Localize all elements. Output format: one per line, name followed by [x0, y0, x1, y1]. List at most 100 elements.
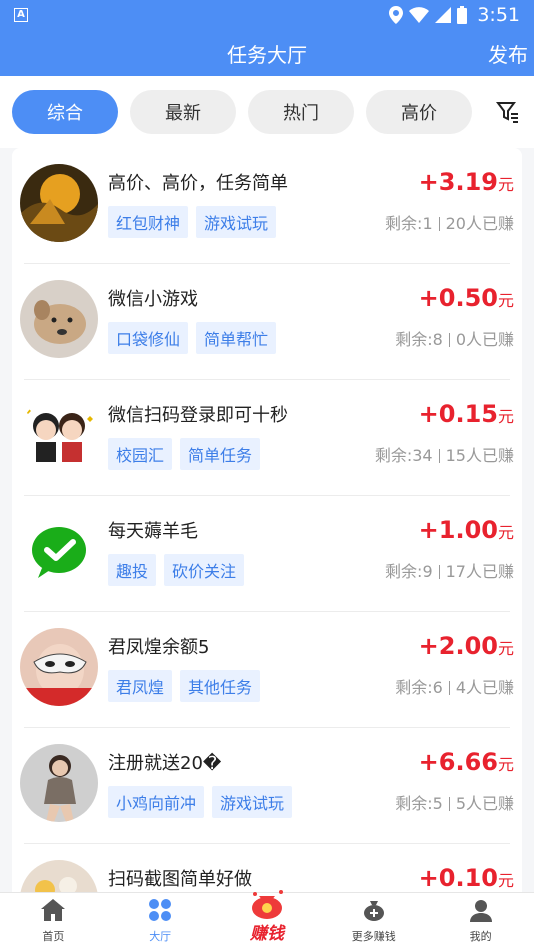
nav-earn-label: 赚钱 [249, 924, 284, 944]
task-price-unit: 元 [497, 871, 514, 890]
task-title: 君凤煌余额5 [108, 637, 210, 658]
task-item[interactable]: 高价、高价，任务简单 +3.19元红包财神 游戏试玩 剩余:1 20人已赚 [12, 148, 522, 264]
task-list: 高价、高价，任务简单 +3.19元 红包财神 游戏试玩 剩余:1 20人已赚 微信小游戏 +0… [12, 148, 522, 908]
task-price-value: 3.19 [438, 168, 498, 196]
task-remaining: 剩余:34 [374, 446, 433, 465]
task-item[interactable]: 君凤煌余额5 +2.00元君凤煌 其他任务 剩余:6 4人已赚 [12, 612, 522, 728]
task-tag: 小鸡向前冲 [108, 786, 205, 818]
hall-icon [149, 899, 172, 921]
task-tag: 简单任务 [180, 438, 261, 470]
nav-more-earn-label: 更多赚钱 [351, 930, 396, 943]
task-meta: 剩余:1 20人已赚 [385, 210, 514, 234]
task-price: +6.66元 [419, 748, 514, 776]
task-earned: 4人已赚 [455, 678, 514, 697]
meta-divider [438, 449, 440, 463]
task-price-value: 0.10 [438, 864, 498, 892]
meta-divider [448, 797, 450, 811]
signal-icon [435, 7, 452, 23]
task-price-unit: 元 [497, 407, 514, 426]
meta-divider [438, 217, 440, 231]
task-price: +0.50元 [419, 284, 514, 312]
task-meta: 剩余:5 5人已赚 [395, 790, 514, 814]
task-avatar [20, 280, 98, 358]
nav-hall[interactable]: 大厅 [107, 893, 214, 950]
tab-hot[interactable]: 热门 [248, 90, 354, 134]
task-price-unit: 元 [497, 175, 514, 194]
meta-divider [448, 333, 450, 347]
task-price: +3.19元 [419, 168, 514, 196]
task-tag: 简单帮忙 [196, 322, 277, 354]
task-price: +0.10元 [419, 864, 514, 892]
nav-more-earn[interactable]: 更多赚钱 [320, 893, 427, 950]
task-remaining: 剩余:6 [395, 678, 443, 697]
publish-button[interactable]: 发布 [488, 39, 528, 68]
task-price-unit: 元 [497, 639, 514, 658]
meta-divider [438, 565, 440, 579]
task-price-sign: + [418, 864, 439, 892]
task-avatar [20, 744, 98, 822]
task-meta: 剩余:34 15人已赚 [375, 442, 514, 466]
task-price-sign: + [418, 284, 439, 312]
task-price-value: 0.15 [438, 400, 498, 428]
page-title: 任务大厅 [227, 42, 307, 67]
task-remaining: 剩余:5 [395, 794, 443, 813]
notification-a-icon: A [14, 8, 28, 22]
nav-hall-label: 大厅 [149, 930, 172, 943]
filter-icon [496, 102, 518, 123]
task-title: 高价、高价，任务简单 [108, 173, 288, 194]
bottom-nav: 首页 大厅 赚钱 更多赚钱 我的 [0, 890, 534, 950]
task-tag: 砍价关注 [164, 554, 245, 586]
home-icon [41, 899, 66, 921]
task-remaining: 剩余:9 [385, 562, 433, 581]
task-title: 每天薅羊毛 [108, 521, 198, 542]
task-earned: 5人已赚 [455, 794, 514, 813]
task-tag: 红包财神 [108, 206, 189, 238]
task-earned: 20人已赚 [445, 214, 514, 233]
task-item[interactable]: 注册就送20� +6.66元 小鸡向前冲 游戏试玩 剩余:5 5人已赚 [12, 728, 522, 844]
task-price-value: 1.00 [438, 516, 498, 544]
task-price-unit: 元 [497, 755, 514, 774]
task-tag: 君凤煌 [108, 670, 173, 702]
task-price: +2.00元 [419, 632, 514, 660]
status-bar: A 3:51 [0, 0, 534, 30]
user-icon [469, 900, 492, 922]
nav-earn[interactable]: 赚钱 [214, 890, 321, 950]
filter-button[interactable] [494, 98, 522, 126]
meta-divider [448, 681, 450, 695]
task-title: 微信小游戏 [108, 289, 198, 310]
tab-high-price[interactable]: 高价 [366, 90, 472, 134]
task-price-sign: + [418, 400, 439, 428]
tab-newest[interactable]: 最新 [130, 90, 236, 134]
nav-home[interactable]: 首页 [0, 893, 107, 950]
task-tag: 口袋修仙 [108, 322, 189, 354]
task-earned: 17人已赚 [445, 562, 514, 581]
task-tag: 游戏试玩 [196, 206, 277, 238]
money-bag-icon [251, 890, 283, 919]
task-meta: 剩余:6 4人已赚 [395, 674, 514, 698]
clock: 3:51 [477, 4, 520, 26]
task-earned: 0人已赚 [455, 330, 514, 349]
task-avatar [20, 512, 98, 590]
task-item[interactable]: 微信扫码登录即可十秒 +0.15元 校园汇 简单任务 剩余:34 15人已赚 [12, 380, 522, 496]
task-price-sign: + [418, 748, 439, 776]
task-price: +0.15元 [419, 400, 514, 428]
task-price-unit: 元 [497, 291, 514, 310]
task-title: 微信扫码登录即可十秒 [108, 405, 288, 426]
tab-bar: 综合 最新 热门 高价 [0, 76, 534, 148]
task-meta: 剩余:8 0人已赚 [395, 326, 514, 350]
task-tag: 其他任务 [180, 670, 261, 702]
task-item[interactable]: 微信小游戏 +0.50元口袋修仙 简单帮忙 剩余:8 0人已赚 [12, 264, 522, 380]
task-avatar [20, 164, 98, 242]
task-avatar [20, 396, 98, 474]
bag-plus-icon [363, 901, 384, 921]
nav-mine[interactable]: 我的 [427, 893, 534, 950]
task-item[interactable]: 每天薅羊毛 +1.00元 趣投 砍价关注 剩余:9 17人已赚 [12, 496, 522, 612]
title-bar: 任务大厅 发布 [0, 30, 534, 76]
tab-comprehensive[interactable]: 综合 [12, 90, 118, 134]
task-price-sign: + [418, 632, 439, 660]
nav-mine-label: 我的 [469, 930, 492, 943]
task-price-sign: + [418, 516, 439, 544]
task-price-sign: + [418, 168, 439, 196]
task-avatar [20, 628, 98, 706]
location-icon [389, 6, 404, 24]
